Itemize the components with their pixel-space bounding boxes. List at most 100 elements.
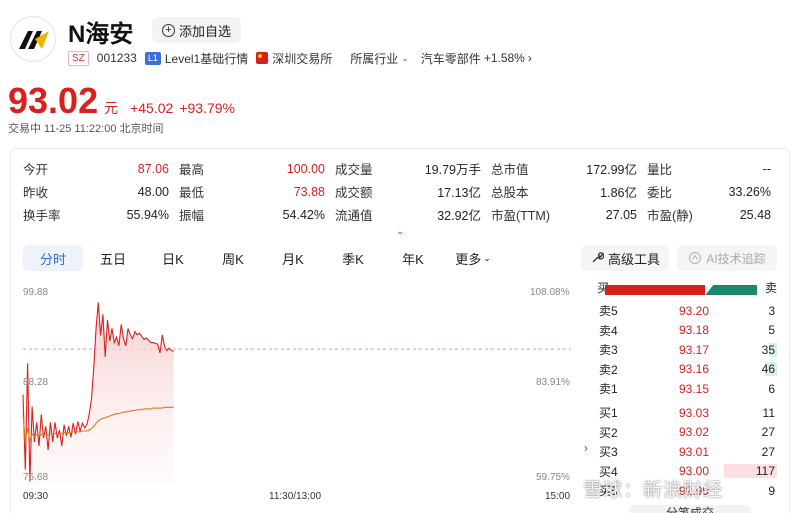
ask-row: 卖3 93.17 35 bbox=[599, 340, 777, 359]
add-watchlist-button[interactable]: + 添加自选 bbox=[152, 17, 242, 43]
stat-value: 54.42% bbox=[282, 207, 325, 222]
sell-ratio-fill bbox=[705, 285, 757, 295]
tab-label: 更多 bbox=[455, 251, 482, 267]
ai-tracking-button[interactable]: AI技术追踪 bbox=[677, 245, 777, 271]
tab-4[interactable]: 月K bbox=[263, 245, 323, 271]
level-price: 93.03 bbox=[678, 405, 709, 420]
bid-row: 买2 93.02 27 bbox=[599, 423, 777, 442]
stats-row: 今开 87.06 最高 100.00 成交量 19.79万手 总市值 172.99亿 量比 -- bbox=[23, 157, 781, 180]
stock-code: 001233 bbox=[96, 51, 137, 65]
ai-tracking-label: AI技术追踪 bbox=[706, 251, 766, 266]
tab-2[interactable]: 日K bbox=[143, 245, 203, 271]
stat-label: 市盈(静) bbox=[647, 209, 693, 223]
stat-label: 最高 bbox=[179, 163, 205, 177]
stat-value: 27.05 bbox=[605, 207, 637, 222]
tab-3[interactable]: 周K bbox=[203, 245, 263, 271]
buy-sell-ratio-bar bbox=[605, 285, 757, 295]
level-price: 93.02 bbox=[678, 425, 709, 439]
stat-item: 市盈(TTM) 27.05 bbox=[491, 205, 647, 224]
level-qty-cell: 35 bbox=[709, 342, 777, 357]
tab-5[interactable]: 季K bbox=[323, 245, 383, 271]
exchange-name: 深圳交易所 bbox=[272, 51, 333, 66]
level-label: 卖5 bbox=[599, 304, 618, 318]
y-right-tick-bottom: 59.75% bbox=[536, 472, 570, 483]
industry-dropdown[interactable]: 所属行业 ⌄ bbox=[350, 50, 409, 67]
y-right-tick-mid: 83.91% bbox=[536, 377, 570, 388]
tab-6[interactable]: 年K bbox=[383, 245, 443, 271]
level-qty: 5 bbox=[768, 323, 775, 337]
stat-item: 委比 33.26% bbox=[647, 182, 781, 201]
stat-value: 33.26% bbox=[728, 184, 771, 199]
buy-ratio-fill bbox=[605, 285, 706, 295]
x-tick-open: 09:30 bbox=[23, 491, 49, 502]
stock-header: N海安 + 添加自选 SZ 001233 L1 Level1基础行情 深圳交易所… bbox=[10, 10, 790, 80]
y-left-tick-mid: 88.28 bbox=[23, 377, 49, 388]
advanced-tools-label: 高级工具 bbox=[607, 251, 660, 267]
price-change-pct: +93.79% bbox=[179, 100, 235, 116]
stat-label: 市盈(TTM) bbox=[491, 209, 551, 223]
bid-row: 买3 93.01 27 bbox=[599, 442, 777, 461]
stat-value: 100.00 bbox=[286, 161, 325, 176]
level-qty: 27 bbox=[761, 425, 775, 439]
chevron-right-icon: › bbox=[527, 51, 532, 65]
level-qty: 9 bbox=[768, 483, 775, 498]
level-qty: 27 bbox=[761, 444, 775, 459]
level-price: 93.16 bbox=[678, 362, 709, 376]
stat-item: 最高 100.00 bbox=[179, 159, 335, 178]
level-label: 卖1 bbox=[599, 382, 618, 396]
ask-row: 卖2 93.16 46 bbox=[599, 360, 777, 379]
x-tick-midday: 11:30/13:00 bbox=[269, 491, 322, 502]
intraday-chart[interactable]: 99.88 88.28 76.68 108.08% 83.91% 59.75% … bbox=[11, 279, 581, 513]
industry-change: +1.58% bbox=[483, 51, 525, 65]
stock-name: N海安 bbox=[68, 21, 134, 48]
stat-item: 最低 73.88 bbox=[179, 182, 335, 201]
stat-label: 成交量 bbox=[335, 163, 373, 177]
industry-link[interactable]: 汽车零部件 +1.58% › bbox=[421, 50, 532, 67]
tab-label: 五日 bbox=[99, 251, 126, 267]
stats-row: 昨收 48.00 最低 73.88 成交额 17.13亿 总股本 1.86亿 委比 33.26% bbox=[23, 180, 781, 203]
exchange-badge: SZ bbox=[68, 50, 89, 66]
level-text[interactable]: Level1基础行情 bbox=[165, 50, 248, 67]
tab-label: 月K bbox=[282, 251, 304, 267]
level-label: 卖3 bbox=[599, 343, 618, 357]
expand-chevron-icon[interactable]: ⌄ bbox=[396, 226, 404, 237]
tab-0[interactable]: 分时 bbox=[23, 245, 83, 271]
chart-tabs: 分时 五日 日K 周K 月K 季K 年K 更多 ⌄ bbox=[23, 245, 503, 271]
watermark: 雪球：新浪财经 bbox=[583, 480, 724, 501]
level-qty: 117 bbox=[755, 464, 775, 478]
plus-circle-icon: + bbox=[162, 23, 175, 37]
stat-label: 振幅 bbox=[179, 209, 205, 223]
stat-value: 73.88 bbox=[293, 184, 325, 199]
y-left-tick-top: 99.88 bbox=[23, 287, 49, 298]
level-qty-cell: 6 bbox=[709, 382, 777, 396]
stat-label: 昨收 bbox=[23, 186, 49, 200]
level-qty-cell: 11 bbox=[709, 406, 777, 420]
price-change: +45.02 bbox=[130, 100, 174, 116]
stat-value: 172.99亿 bbox=[586, 163, 637, 177]
time-sales-button[interactable]: 分笔成交 bbox=[630, 505, 750, 513]
chevron-right-icon[interactable]: › bbox=[584, 441, 588, 455]
chevron-down-icon: ⌄ bbox=[483, 252, 491, 263]
quote-panel: 今开 87.06 最高 100.00 成交量 19.79万手 总市值 172.99亿 量比 -- 昨… bbox=[10, 148, 790, 513]
stat-item: 昨收 48.00 bbox=[23, 182, 179, 201]
stat-value: 25.48 bbox=[739, 207, 771, 222]
tab-label: 日K bbox=[162, 251, 184, 267]
tab-label: 年K bbox=[402, 251, 424, 267]
level-badge: L1 bbox=[144, 51, 161, 65]
stat-value: 48.00 bbox=[137, 184, 169, 199]
stat-value: 32.92亿 bbox=[437, 209, 481, 223]
stat-label: 最低 bbox=[179, 186, 205, 200]
tab-1[interactable]: 五日 bbox=[83, 245, 143, 271]
y-left-tick-bottom: 76.68 bbox=[23, 472, 49, 483]
level-qty-cell: 27 bbox=[709, 425, 777, 439]
level-qty: 3 bbox=[768, 303, 775, 318]
stat-item: 量比 -- bbox=[647, 159, 781, 178]
stat-value: 87.06 bbox=[137, 161, 169, 176]
tab-7[interactable]: 更多 ⌄ bbox=[443, 245, 503, 271]
price-area bbox=[23, 302, 174, 484]
ai-icon bbox=[689, 251, 702, 265]
tab-label: 季K bbox=[342, 251, 364, 267]
level-price: 93.20 bbox=[678, 303, 709, 318]
advanced-tools-button[interactable]: 高级工具 bbox=[581, 245, 669, 271]
level-qty: 6 bbox=[768, 381, 775, 396]
